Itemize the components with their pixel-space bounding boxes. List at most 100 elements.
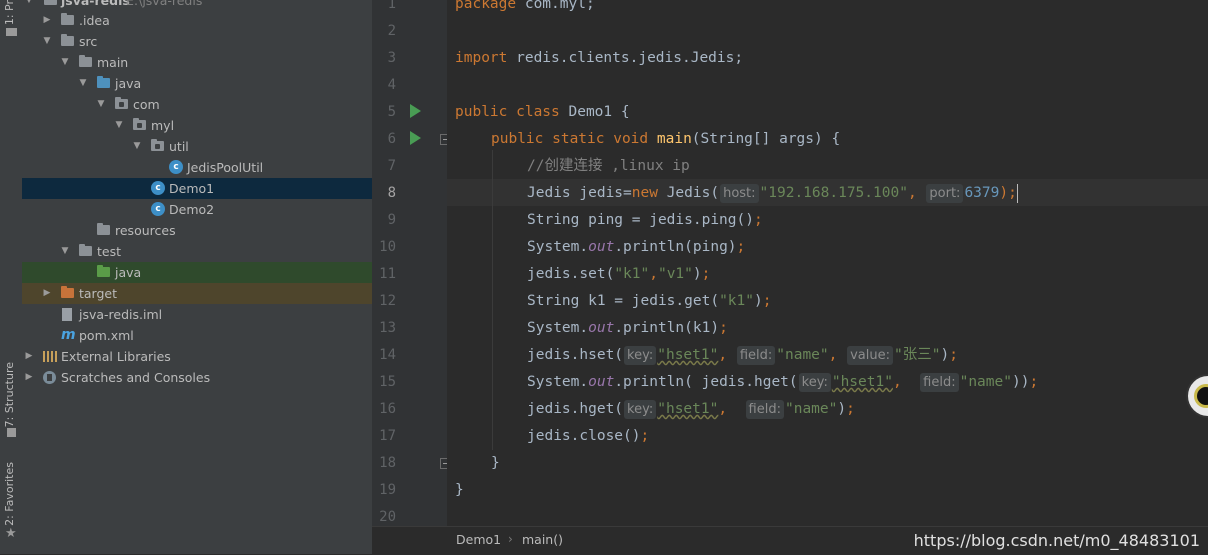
chevron-right-icon[interactable]: ▶ — [24, 367, 34, 388]
run-icon[interactable] — [410, 104, 421, 118]
watermark-text: https://blog.csdn.net/m0_48483101 — [913, 531, 1200, 550]
code-line-14: jedis.hset(key: "hset1", field: "name", va… — [527, 346, 958, 365]
folder-icon — [61, 13, 74, 25]
source-folder-icon — [97, 76, 110, 88]
tab-project[interactable]: 1: Pr — [3, 0, 16, 25]
param-hint: host: — [720, 184, 759, 203]
tree-label: jsva-redis.iml — [79, 307, 163, 322]
line-number: 13 — [379, 320, 396, 336]
line-number: 18 — [379, 455, 396, 471]
code-line-3: import redis.clients.jedis.Jedis; — [455, 50, 744, 66]
line-number: 12 — [379, 293, 396, 309]
code-line-18: } — [491, 455, 500, 471]
line-number: 4 — [387, 77, 396, 93]
tree-label: External Libraries — [61, 349, 171, 364]
maven-icon: m — [61, 327, 76, 343]
line-number: 11 — [379, 266, 396, 282]
line-number: 15 — [379, 374, 396, 390]
code-line-16: jedis.hget(key: "hset1", field: "name"); — [527, 400, 855, 419]
tree-label: main — [97, 55, 129, 70]
iml-file-icon — [62, 308, 72, 321]
line-number: 5 — [387, 104, 396, 120]
tree-item-test[interactable]: ▼ test — [22, 241, 372, 262]
tree-label: com — [133, 97, 160, 112]
favorites-tab-label: 2: Favorites — [3, 462, 16, 526]
chevron-down-icon[interactable]: ▼ — [60, 52, 70, 73]
tree-item-test-java[interactable]: java — [22, 262, 372, 283]
chevron-down-icon[interactable]: ▼ — [78, 73, 88, 94]
line-number: 17 — [379, 428, 396, 444]
test-source-folder-icon — [97, 265, 110, 277]
chevron-down-icon[interactable]: ▼ — [114, 115, 124, 136]
chevron-down-icon[interactable]: ▼ — [96, 94, 106, 115]
project-panel: ▼ jsva-redis E:\jsva-redis ▶ .idea ▼ src… — [22, 0, 372, 554]
run-icon[interactable] — [410, 131, 421, 145]
line-number: 8 — [387, 185, 396, 201]
code-line-15: System.out.println( jedis.hget(key: "hset… — [527, 373, 1039, 392]
tree-item-main[interactable]: ▼ main — [22, 52, 372, 73]
tree-label: myl — [151, 118, 175, 133]
tree-item-com[interactable]: ▼ com — [22, 94, 372, 115]
code-editor[interactable]: package com.myl; import redis.clients.je… — [447, 0, 1208, 526]
param-hint: value: — [847, 346, 893, 365]
tree-item-demo2[interactable]: c Demo2 — [22, 199, 372, 220]
chevron-right-icon[interactable]: ▶ — [24, 346, 34, 367]
java-class-icon: c — [169, 160, 183, 174]
chevron-right-icon[interactable]: ▶ — [42, 10, 52, 31]
chevron-down-icon[interactable]: ▼ — [60, 241, 70, 262]
text-caret — [1016, 183, 1018, 203]
tree-label: Scratches and Consoles — [61, 370, 211, 385]
code-line-13: System.out.println(k1); — [527, 320, 728, 336]
tree-label: java — [115, 76, 142, 91]
tree-label: test — [97, 244, 122, 259]
line-number: 19 — [379, 482, 396, 498]
project-tab-label: 1: Pr — [3, 0, 16, 26]
chevron-down-icon[interactable]: ▼ — [132, 136, 142, 157]
editor-gutter: 1 2 3 4 5 6 7 8 9 10 11 12 13 14 15 16 1… — [372, 0, 451, 526]
param-hint: key: — [624, 400, 657, 419]
tab-favorites[interactable]: 2: Favorites — [3, 462, 16, 526]
tree-item-external-libraries[interactable]: ▶ External Libraries — [22, 346, 372, 367]
tab-structure[interactable]: 7: Structure — [3, 362, 16, 427]
tree-item-idea[interactable]: ▶ .idea — [22, 10, 372, 31]
folder-icon — [79, 244, 92, 256]
structure-icon — [7, 428, 16, 437]
breadcrumb-separator-icon: › — [508, 532, 513, 546]
tree-item-pom[interactable]: m pom.xml — [22, 325, 372, 346]
runnable-class-icon: c — [151, 181, 165, 195]
code-line-19: } — [455, 482, 464, 498]
tree-item-src[interactable]: ▼ src — [22, 31, 372, 52]
chevron-right-icon[interactable]: ▶ — [42, 283, 52, 304]
tree-label: Demo1 — [169, 181, 215, 196]
tree-item-demo1[interactable]: c Demo1 — [22, 178, 372, 199]
tree-item-myl[interactable]: ▼ myl — [22, 115, 372, 136]
tree-item-target[interactable]: ▶ target — [22, 283, 372, 304]
tree-item-java[interactable]: ▼ java — [22, 73, 372, 94]
tree-item-resources[interactable]: resources — [22, 220, 372, 241]
tree-label: target — [79, 286, 118, 301]
tree-item-jedispoolutil[interactable]: c JedisPoolUtil — [22, 157, 372, 178]
structure-tab-label: 7: Structure — [3, 362, 16, 428]
tree-item-scratches[interactable]: ▶ Scratches and Consoles — [22, 367, 372, 388]
tree-label: Demo2 — [169, 202, 215, 217]
line-number: 7 — [387, 158, 396, 174]
code-line-11: jedis.set("k1","v1"); — [527, 266, 711, 282]
param-hint: field: — [736, 346, 776, 365]
package-icon — [133, 118, 146, 130]
param-hint: key: — [624, 346, 657, 365]
tree-item-iml[interactable]: jsva-redis.iml — [22, 304, 372, 325]
package-icon — [115, 97, 128, 109]
line-number: 9 — [387, 212, 396, 228]
tool-window-stripe: 1: Pr 7: Structure 2: Favorites ★ — [0, 0, 23, 554]
tree-label: resources — [115, 223, 176, 238]
floating-assistant-icon[interactable] — [1186, 374, 1208, 418]
param-hint: key: — [798, 373, 831, 392]
chevron-down-icon[interactable]: ▼ — [42, 31, 52, 52]
folder-icon — [61, 34, 74, 46]
breadcrumb-file[interactable]: Demo1 — [456, 532, 501, 547]
param-hint: port: — [926, 184, 964, 203]
tree-item-util[interactable]: ▼ util — [22, 136, 372, 157]
breadcrumb-method[interactable]: main() — [522, 532, 563, 547]
tree-label: JedisPoolUtil — [187, 160, 264, 175]
scratches-icon — [43, 371, 56, 384]
